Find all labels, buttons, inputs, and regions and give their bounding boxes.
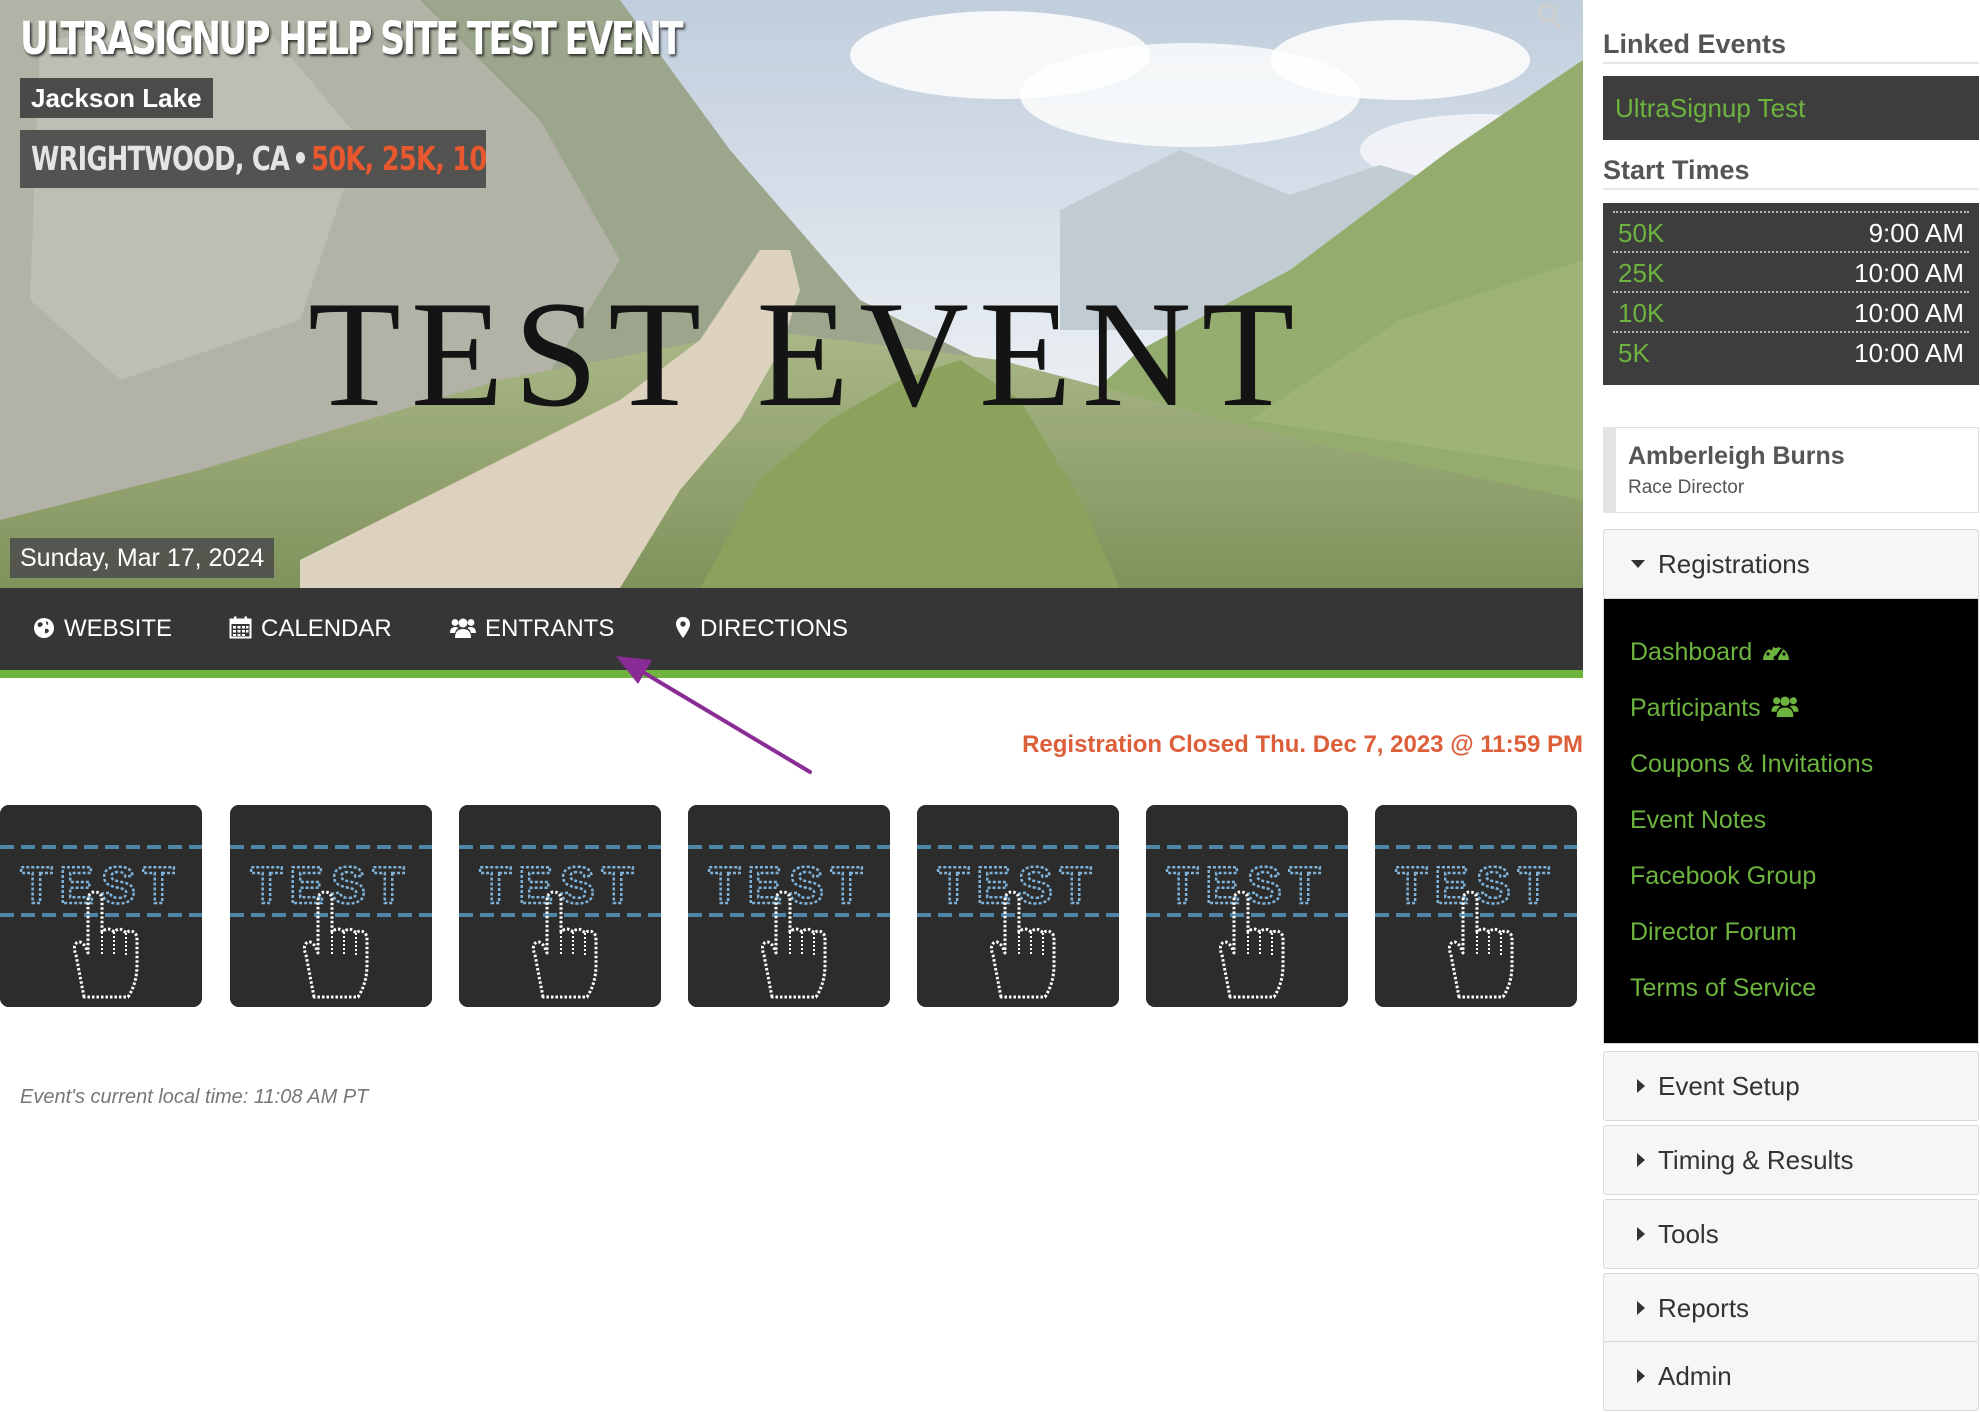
event-location-distances: WRIGHTWOOD, CA•50K, 25K, 10K, 5K — [20, 130, 486, 188]
nav-entrants-label: ENTRANTS — [485, 615, 615, 642]
event-setup-panel-label: Event Setup — [1658, 1071, 1800, 1101]
linked-event-link[interactable]: UltraSignup Test — [1603, 76, 1979, 140]
director-name: Amberleigh Burns — [1628, 442, 1845, 470]
nav-website-label: WEBSITE — [64, 615, 173, 642]
test-tile-graphic: TEST — [459, 805, 661, 1007]
caret-right-icon — [1637, 1369, 1645, 1383]
tile-label: TEST — [480, 857, 641, 915]
caret-right-icon — [1637, 1079, 1645, 1093]
test-tile[interactable]: TEST — [1146, 805, 1348, 1007]
timing-results-panel-toggle[interactable]: Timing & Results — [1603, 1125, 1979, 1195]
test-tile[interactable]: TEST — [0, 805, 202, 1007]
globe-icon — [34, 617, 54, 638]
test-tile[interactable]: TEST — [1375, 805, 1577, 1007]
timing-results-panel-label: Timing & Results — [1658, 1145, 1854, 1175]
registrations-link-label: Dashboard — [1630, 638, 1753, 666]
nav-website-link[interactable]: WEBSITE — [33, 588, 172, 670]
map-pin-icon — [676, 616, 690, 638]
registrations-terms-link[interactable]: Terms of Service — [1604, 964, 1978, 1020]
test-tile-graphic: TEST — [230, 805, 432, 1007]
registrations-panel-toggle[interactable]: Registrations — [1603, 529, 1979, 599]
caret-right-icon — [1637, 1227, 1645, 1241]
reports-panel-toggle[interactable]: Reports — [1603, 1273, 1979, 1343]
dashboard-icon — [1763, 644, 1790, 661]
registrations-coupons-link[interactable]: Coupons & Invitations — [1604, 740, 1978, 796]
race-director-card: Amberleigh Burns Race Director — [1603, 427, 1979, 513]
admin-panel-toggle[interactable]: Admin — [1603, 1341, 1979, 1411]
test-tile-graphic: TEST — [0, 805, 202, 1007]
start-time-row: 25K 10:00 AM — [1613, 251, 1969, 291]
distance-tiles: TEST TEST TEST TEST TEST TEST TEST — [0, 805, 1583, 1007]
calendar-icon — [229, 616, 252, 639]
nav-calendar-label: CALENDAR — [261, 615, 392, 642]
registrations-menu: Dashboard Participants Coupons & Invitat… — [1603, 598, 1979, 1044]
nav-entrants-link[interactable]: ENTRANTS — [450, 588, 614, 670]
registrations-dashboard-link[interactable]: Dashboard — [1604, 628, 1978, 684]
registrations-event-notes-link[interactable]: Event Notes — [1604, 796, 1978, 852]
admin-panel-label: Admin — [1658, 1361, 1732, 1391]
registrations-director-forum-link[interactable]: Director Forum — [1604, 908, 1978, 964]
tools-panel-toggle[interactable]: Tools — [1603, 1199, 1979, 1269]
nav-directions-link[interactable]: DIRECTIONS — [675, 588, 848, 670]
event-local-time: Event's current local time: 11:08 AM PT — [20, 1086, 369, 1108]
registration-closed-notice: Registration Closed Thu. Dec 7, 2023 @ 1… — [1022, 731, 1583, 758]
search-icon[interactable] — [1536, 2, 1562, 30]
event-setup-panel-toggle[interactable]: Event Setup — [1603, 1051, 1979, 1121]
linked-events-heading: Linked Events — [1603, 26, 1979, 64]
event-distances: 50K, 25K, 10K, 5K — [311, 139, 486, 178]
test-tile[interactable]: TEST — [230, 805, 432, 1007]
director-role: Race Director — [1628, 477, 1745, 498]
tile-label: TEST — [21, 857, 182, 915]
tile-label: TEST — [1396, 857, 1557, 915]
start-time-distance: 25K — [1618, 258, 1665, 288]
nav-directions-label: DIRECTIONS — [700, 615, 849, 642]
location-separator: • — [292, 139, 308, 178]
registrations-facebook-group-link[interactable]: Facebook Group — [1604, 852, 1978, 908]
start-time-distance: 10K — [1618, 298, 1665, 328]
users-icon — [1771, 696, 1799, 718]
event-venue: Jackson Lake — [20, 78, 213, 118]
registrations-link-label: Participants — [1630, 694, 1761, 722]
start-time-value: 9:00 AM — [1868, 218, 1964, 248]
tile-label: TEST — [938, 857, 1099, 915]
registrations-participants-link[interactable]: Participants — [1604, 684, 1978, 740]
start-time-value: 10:00 AM — [1854, 338, 1964, 368]
test-tile-graphic: TEST — [1375, 805, 1577, 1007]
start-time-distance: 5K — [1618, 338, 1650, 368]
start-time-row: 5K 10:00 AM — [1613, 331, 1969, 371]
tile-label: TEST — [1167, 857, 1328, 915]
start-time-value: 10:00 AM — [1854, 298, 1964, 328]
test-tile[interactable]: TEST — [688, 805, 890, 1007]
nav-calendar-link[interactable]: CALENDAR — [229, 588, 392, 670]
test-tile-graphic: TEST — [688, 805, 890, 1007]
event-title: ULTRASIGNUP HELP SITE TEST EVENT — [20, 12, 684, 65]
test-tile-graphic: TEST — [917, 805, 1119, 1007]
start-times-heading: Start Times — [1603, 152, 1979, 190]
event-city: WRIGHTWOOD, CA — [31, 139, 290, 178]
start-time-distance: 50K — [1618, 218, 1665, 248]
reports-panel-label: Reports — [1658, 1293, 1750, 1323]
event-nav-bar: WEBSITE CALENDAR ENTRANTS DIRECTIONS — [0, 588, 1583, 678]
caret-down-icon — [1631, 560, 1645, 568]
test-tile[interactable]: TEST — [459, 805, 661, 1007]
caret-right-icon — [1637, 1153, 1645, 1167]
tools-panel-label: Tools — [1658, 1219, 1719, 1249]
caret-right-icon — [1637, 1301, 1645, 1315]
start-time-row: 50K 9:00 AM — [1613, 211, 1969, 251]
event-date: Sunday, Mar 17, 2024 — [10, 538, 275, 578]
users-icon — [450, 618, 476, 638]
start-time-value: 10:00 AM — [1854, 258, 1964, 288]
test-tile-graphic: TEST — [1146, 805, 1348, 1007]
test-tile[interactable]: TEST — [917, 805, 1119, 1007]
event-hero: ULTRASIGNUP HELP SITE TEST EVENT Jackson… — [0, 0, 1583, 588]
banner-text: TEST EVENT — [308, 270, 1305, 438]
tile-label: TEST — [251, 857, 412, 915]
registrations-panel-label: Registrations — [1658, 549, 1810, 579]
start-times-table: 50K 9:00 AM 25K 10:00 AM 10K 10:00 AM 5K… — [1603, 203, 1979, 385]
start-time-row: 10K 10:00 AM — [1613, 291, 1969, 331]
tile-label: TEST — [709, 857, 870, 915]
